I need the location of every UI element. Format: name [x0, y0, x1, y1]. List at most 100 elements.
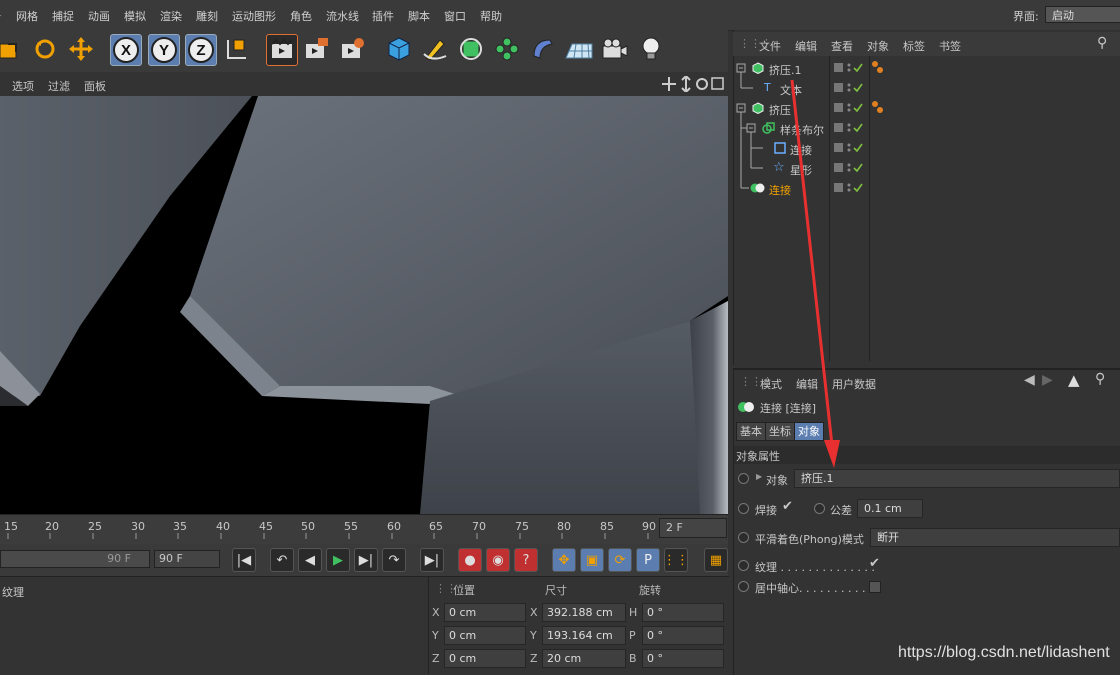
end-frame-field[interactable]: 90 F: [154, 550, 220, 568]
phong-mode-select[interactable]: 断开: [870, 528, 1120, 547]
texture-radio[interactable]: [738, 560, 749, 571]
menu-render[interactable]: 渲染: [160, 8, 182, 24]
object-flags[interactable]: [832, 58, 892, 198]
y-axis-lock-icon[interactable]: Y: [148, 34, 180, 66]
viewport-menu-panel[interactable]: 面板: [84, 78, 106, 94]
key-rotation-icon[interactable]: ⟳: [608, 548, 632, 572]
current-frame-field[interactable]: 2 F: [659, 518, 727, 538]
om-menu-view[interactable]: 查看: [831, 38, 853, 54]
tolerance-radio[interactable]: [814, 503, 825, 514]
object-row-connect[interactable]: 连接: [735, 178, 1120, 198]
menu-character[interactable]: 角色: [290, 8, 312, 24]
back-arrow-icon[interactable]: ◀: [1024, 372, 1035, 388]
rotation-h-field[interactable]: 0 °: [642, 603, 724, 622]
weld-radio[interactable]: [738, 503, 749, 514]
am-menu-userdata[interactable]: 用户数据: [832, 376, 876, 392]
tab-object[interactable]: 对象: [794, 422, 824, 441]
viewport-menu-options[interactable]: 选项: [12, 78, 34, 94]
next-key-icon[interactable]: ↷: [382, 548, 406, 572]
object-row-rectangle[interactable]: 连接: [735, 138, 1120, 158]
range-slider[interactable]: 90 F: [0, 550, 150, 568]
menu-help[interactable]: 帮助: [480, 8, 502, 24]
play-icon[interactable]: ▶: [326, 548, 350, 572]
phong-radio[interactable]: [738, 532, 749, 543]
menu-pipeline[interactable]: 流水线: [326, 8, 359, 24]
up-arrow-icon[interactable]: ▲: [1068, 371, 1080, 389]
om-menu-file[interactable]: 文件: [759, 38, 781, 54]
size-x-field[interactable]: 392.188 cm: [542, 603, 626, 622]
subdivision-icon[interactable]: [456, 34, 486, 64]
viewport-menu-filter[interactable]: 过滤: [48, 78, 70, 94]
expand-arrow-icon[interactable]: ▶: [756, 472, 762, 481]
menu-script[interactable]: 脚本: [408, 8, 430, 24]
rotation-b-field[interactable]: 0 °: [642, 649, 724, 668]
light-icon[interactable]: [636, 34, 666, 64]
menu-snap[interactable]: 捕捉: [52, 8, 74, 24]
size-y-field[interactable]: 193.164 cm: [542, 626, 626, 645]
camera-icon[interactable]: [600, 34, 630, 64]
menu-simulate[interactable]: 模拟: [124, 8, 146, 24]
floor-icon[interactable]: [564, 34, 594, 64]
object-row-star[interactable]: ☆ 星形: [735, 158, 1120, 178]
cube-icon[interactable]: [384, 34, 414, 64]
key-pla-icon[interactable]: ⋮⋮: [663, 548, 689, 572]
3d-viewport[interactable]: [0, 96, 728, 514]
object-row-spline-boolean[interactable]: 样条布尔: [735, 118, 1120, 138]
om-menu-tags[interactable]: 标签: [903, 38, 925, 54]
key-scale-icon[interactable]: ▣: [580, 548, 604, 572]
am-menu-mode[interactable]: 模式: [760, 376, 782, 392]
weld-checkbox[interactable]: ✔: [782, 499, 793, 514]
om-menu-object[interactable]: 对象: [867, 38, 889, 54]
step-back-icon[interactable]: ◀: [298, 548, 322, 572]
menu-item-partial[interactable]: ₋: [0, 8, 2, 21]
viewport-nav-icons[interactable]: [662, 76, 724, 92]
menu-plugins[interactable]: 插件: [372, 8, 394, 24]
goto-end-icon[interactable]: ▶|: [420, 548, 444, 572]
prev-key-icon[interactable]: ↶: [270, 548, 294, 572]
position-z-field[interactable]: 0 cm: [444, 649, 526, 668]
object-row-extrude-1[interactable]: 挤压.1: [735, 58, 1120, 78]
key-position-icon[interactable]: ✥: [552, 548, 576, 572]
menu-animate[interactable]: 动画: [88, 8, 110, 24]
timeline-ruler[interactable]: [0, 514, 728, 545]
object-param-radio[interactable]: [738, 473, 749, 484]
position-x-field[interactable]: 0 cm: [444, 603, 526, 622]
autokey-icon[interactable]: ◉: [486, 548, 510, 572]
scale-tool-icon[interactable]: [0, 34, 24, 64]
key-parameter-icon[interactable]: P: [636, 548, 660, 572]
scheme-icon[interactable]: ▦: [704, 548, 728, 572]
deformer-icon[interactable]: [528, 34, 558, 64]
tolerance-field[interactable]: 0.1 cm: [857, 499, 923, 518]
rotation-p-field[interactable]: 0 °: [642, 626, 724, 645]
render-view-icon[interactable]: [266, 34, 298, 66]
step-forward-icon[interactable]: ▶|: [354, 548, 378, 572]
menu-sculpt[interactable]: 雕刻: [196, 8, 218, 24]
position-y-field[interactable]: 0 cm: [444, 626, 526, 645]
render-picture-viewer-icon[interactable]: [302, 34, 332, 64]
tab-coord[interactable]: 坐标: [765, 422, 795, 441]
om-menu-bookmarks[interactable]: 书签: [939, 38, 961, 54]
rotate-tool-icon[interactable]: [30, 34, 60, 64]
menu-window[interactable]: 窗口: [444, 8, 466, 24]
center-axis-checkbox[interactable]: [869, 581, 881, 593]
pen-spline-icon[interactable]: [420, 34, 450, 64]
render-settings-icon[interactable]: [338, 34, 368, 64]
material-label[interactable]: 纹理: [2, 584, 24, 600]
forward-arrow-icon[interactable]: ▶: [1042, 372, 1053, 388]
menu-mesh[interactable]: 网格: [16, 8, 38, 24]
object-row-extrude[interactable]: 挤压: [735, 98, 1120, 118]
coordinate-system-icon[interactable]: [222, 34, 252, 64]
object-row-text[interactable]: T 文本: [735, 78, 1120, 98]
move-tool-icon[interactable]: [66, 34, 96, 64]
om-menu-edit[interactable]: 编辑: [795, 38, 817, 54]
size-z-field[interactable]: 20 cm: [542, 649, 626, 668]
x-axis-lock-icon[interactable]: X: [110, 34, 142, 66]
goto-start-icon[interactable]: |◀: [232, 548, 256, 572]
keyframe-selection-icon[interactable]: ?: [514, 548, 538, 572]
record-icon[interactable]: ●: [458, 548, 482, 572]
menu-mograph[interactable]: 运动图形: [232, 8, 276, 24]
search-icon[interactable]: ⚲: [1095, 371, 1105, 387]
am-menu-edit[interactable]: 编辑: [796, 376, 818, 392]
tab-basic[interactable]: 基本: [736, 422, 766, 441]
center-axis-radio[interactable]: [738, 581, 749, 592]
